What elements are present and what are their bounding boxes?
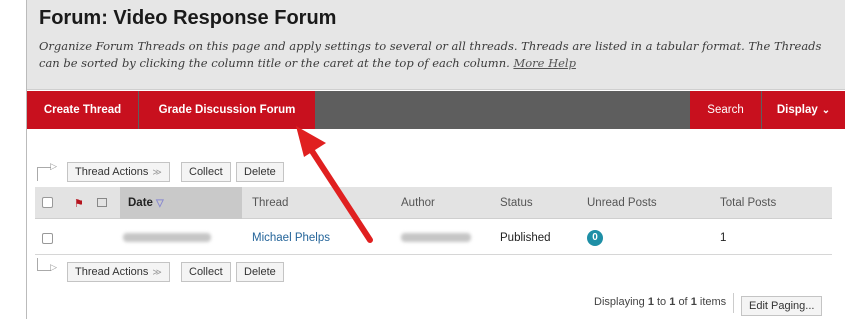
- pager-from: 1: [647, 296, 654, 308]
- pager-to: 1: [669, 296, 676, 308]
- edit-paging-button[interactable]: Edit Paging...: [741, 296, 823, 316]
- redacted-date: [123, 233, 211, 242]
- row-checkbox[interactable]: [42, 233, 53, 244]
- grade-discussion-forum-button[interactable]: Grade Discussion Forum: [139, 91, 315, 129]
- chevron-down-icon: ⌄: [821, 105, 831, 116]
- display-label: Display: [776, 104, 818, 116]
- chevron-down-icon: ≫: [152, 167, 162, 177]
- table-header: ⚑ Date ▽ Thread Author Status Unread Post…: [35, 187, 832, 219]
- total-posts-value: 1: [720, 232, 727, 244]
- page-description: Organize Forum Threads on this page and …: [39, 38, 839, 72]
- column-status[interactable]: Status: [500, 187, 533, 219]
- delete-button[interactable]: Delete: [236, 162, 284, 182]
- column-date[interactable]: Date ▽: [120, 187, 242, 219]
- page-title: Forum: Video Response Forum: [39, 7, 337, 29]
- display-button[interactable]: Display ⌄: [762, 91, 845, 129]
- unread-posts-badge[interactable]: 0: [587, 230, 603, 246]
- collect-button-bottom[interactable]: Collect: [181, 262, 231, 282]
- column-author[interactable]: Author: [401, 187, 435, 219]
- column-total-posts[interactable]: Total Posts: [720, 187, 776, 219]
- pager-divider: [733, 293, 734, 313]
- pager-total: 1: [690, 296, 697, 308]
- collect-button[interactable]: Collect: [181, 162, 231, 182]
- thread-actions-dropdown[interactable]: Thread Actions ≫: [67, 162, 170, 182]
- pager-prefix: Displaying: [594, 296, 645, 308]
- pager-of-word: of: [678, 296, 688, 308]
- thread-actions-label: Thread Actions: [75, 166, 149, 178]
- thread-actions-label: Thread Actions: [75, 266, 149, 278]
- page-header: Forum: Video Response Forum Organize For…: [27, 0, 845, 90]
- bracket-arrow-icon: ▷: [37, 161, 57, 181]
- column-thread[interactable]: Thread: [252, 187, 288, 219]
- column-unread-posts[interactable]: Unread Posts: [587, 187, 657, 219]
- chevron-down-icon: ≫: [152, 267, 162, 277]
- thread-link[interactable]: Michael Phelps: [252, 221, 330, 255]
- pager-suffix: items: [699, 296, 727, 308]
- caret-down-icon[interactable]: ▽: [156, 198, 164, 209]
- create-thread-button[interactable]: Create Thread: [27, 91, 138, 129]
- status-value: Published: [500, 232, 551, 244]
- select-all-checkbox[interactable]: [42, 197, 53, 208]
- flag-icon[interactable]: ⚑: [74, 197, 84, 210]
- read-status-icon[interactable]: [97, 198, 107, 207]
- redacted-author: [401, 233, 471, 242]
- more-help-link[interactable]: More Help: [513, 56, 576, 70]
- delete-button-bottom[interactable]: Delete: [236, 262, 284, 282]
- thread-actions-dropdown-bottom[interactable]: Thread Actions ≫: [67, 262, 170, 282]
- pager-to-word: to: [657, 296, 667, 308]
- pagination-status: Displaying 1 to 1 of 1 items: [594, 296, 726, 308]
- table-row: Michael Phelps Published 0 1: [35, 221, 832, 255]
- search-button[interactable]: Search: [690, 91, 761, 129]
- column-date-label: Date: [128, 197, 153, 209]
- action-bar: Create Thread Grade Discussion Forum Sea…: [27, 91, 845, 129]
- bracket-arrow-icon: ▷: [37, 258, 57, 272]
- page-description-text: Organize Forum Threads on this page and …: [39, 39, 822, 70]
